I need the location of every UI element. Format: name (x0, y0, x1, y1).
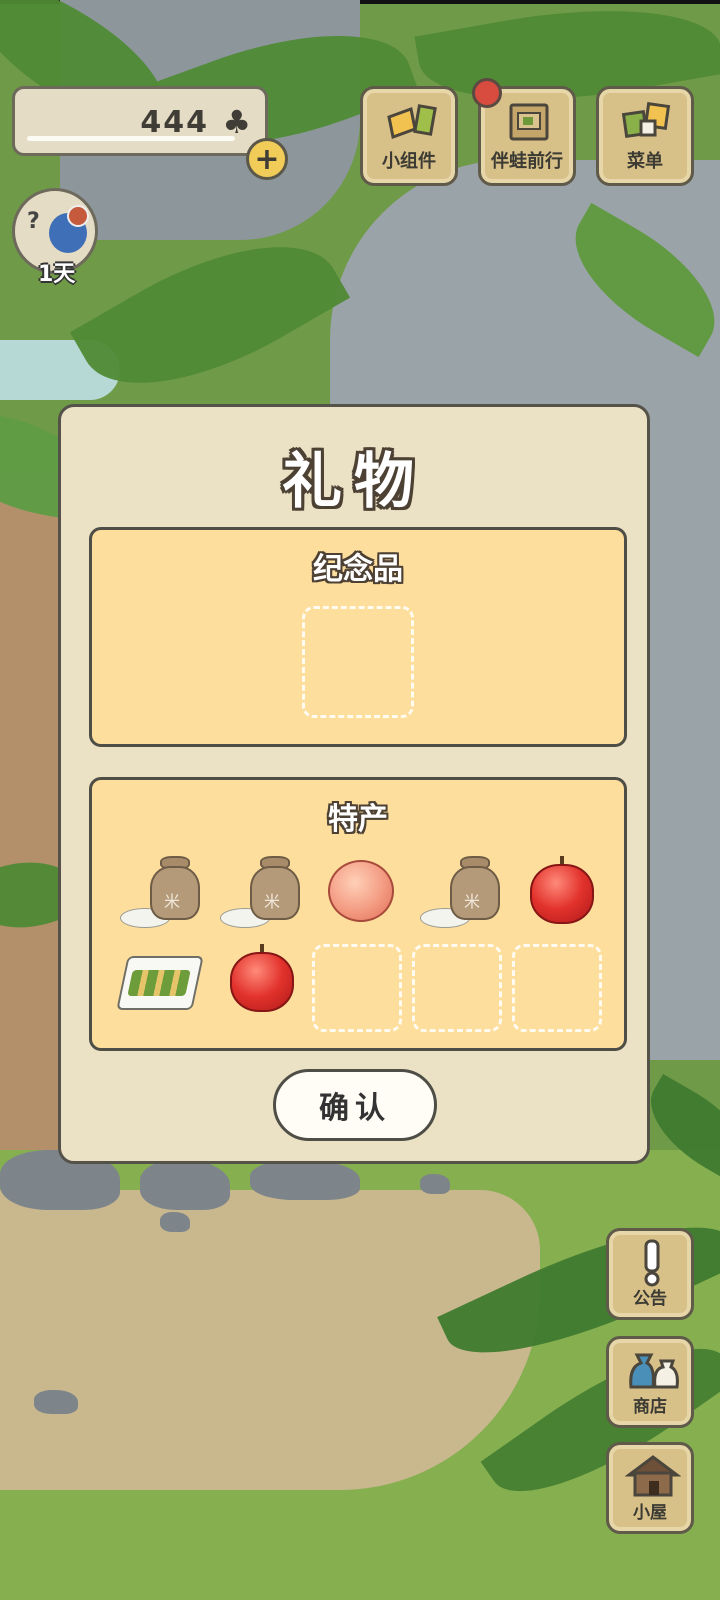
dialog-title: 礼物 (282, 447, 426, 517)
travel-label: 伴蛙前行 (491, 151, 563, 172)
souvenir-slot-empty[interactable] (302, 606, 414, 718)
menu-button[interactable]: 菜单 (596, 86, 694, 186)
shop-label: 商店 (633, 1397, 667, 1417)
rice-sack-item[interactable]: 米 (116, 856, 208, 938)
souvenir-title: 纪念品 (313, 552, 403, 587)
question-icon: ? (27, 209, 40, 234)
confirm-button[interactable]: 确认 (273, 1069, 437, 1141)
notification-dot-icon (472, 78, 502, 108)
shop-bag-icon (629, 1353, 679, 1389)
exclamation-icon (644, 1239, 660, 1287)
bento-item[interactable] (116, 944, 208, 1026)
specialty-slot-empty[interactable] (412, 944, 502, 1032)
apple-item[interactable] (216, 944, 308, 1026)
stone (420, 1174, 450, 1194)
apple-icon (530, 864, 594, 924)
stone (250, 1160, 360, 1200)
visitor-days-label: 1天 (38, 262, 76, 287)
visitor-dot-icon (67, 205, 89, 227)
rice-mark-icon: 米 (164, 892, 181, 911)
bento-food-icon (127, 970, 191, 996)
stone (160, 1212, 190, 1232)
souvenir-panel: 纪念品 (89, 527, 627, 747)
clover-counter: 444 ♣ (12, 86, 268, 156)
specialty-slot-empty[interactable] (512, 944, 602, 1032)
menu-icon (621, 102, 671, 138)
widgets-label: 小组件 (382, 151, 436, 172)
add-clover-button[interactable]: + (246, 138, 288, 180)
rice-sack-item[interactable]: 米 (216, 856, 308, 938)
house-icon (625, 1455, 681, 1497)
clover-count: 444 (140, 105, 209, 140)
menu-label: 菜单 (627, 151, 663, 172)
apple-item[interactable] (516, 856, 608, 938)
widgets-button[interactable]: 小组件 (360, 86, 458, 186)
rice-mark-icon: 米 (464, 892, 481, 911)
notice-label: 公告 (633, 1289, 667, 1309)
house-button[interactable]: 小屋 (606, 1442, 694, 1534)
notice-button[interactable]: 公告 (606, 1228, 694, 1320)
specialty-slot-empty[interactable] (312, 944, 402, 1032)
apple-icon (230, 952, 294, 1012)
peach-icon (328, 860, 394, 922)
map-icon (509, 103, 549, 141)
specialty-panel: 特产 米 米 米 (89, 777, 627, 1051)
gift-dialog: 礼物 纪念品 特产 米 米 米 确认 (58, 404, 650, 1164)
peach-item[interactable] (316, 856, 408, 938)
rice-sack-item[interactable]: 米 (416, 856, 508, 938)
specialty-title: 特产 (328, 802, 388, 837)
stone (34, 1390, 78, 1414)
widgets-icon (387, 104, 437, 140)
stone (140, 1160, 230, 1210)
counter-underline (27, 136, 235, 141)
shop-button[interactable]: 商店 (606, 1336, 694, 1428)
house-label: 小屋 (633, 1503, 667, 1523)
rice-mark-icon: 米 (264, 892, 281, 911)
